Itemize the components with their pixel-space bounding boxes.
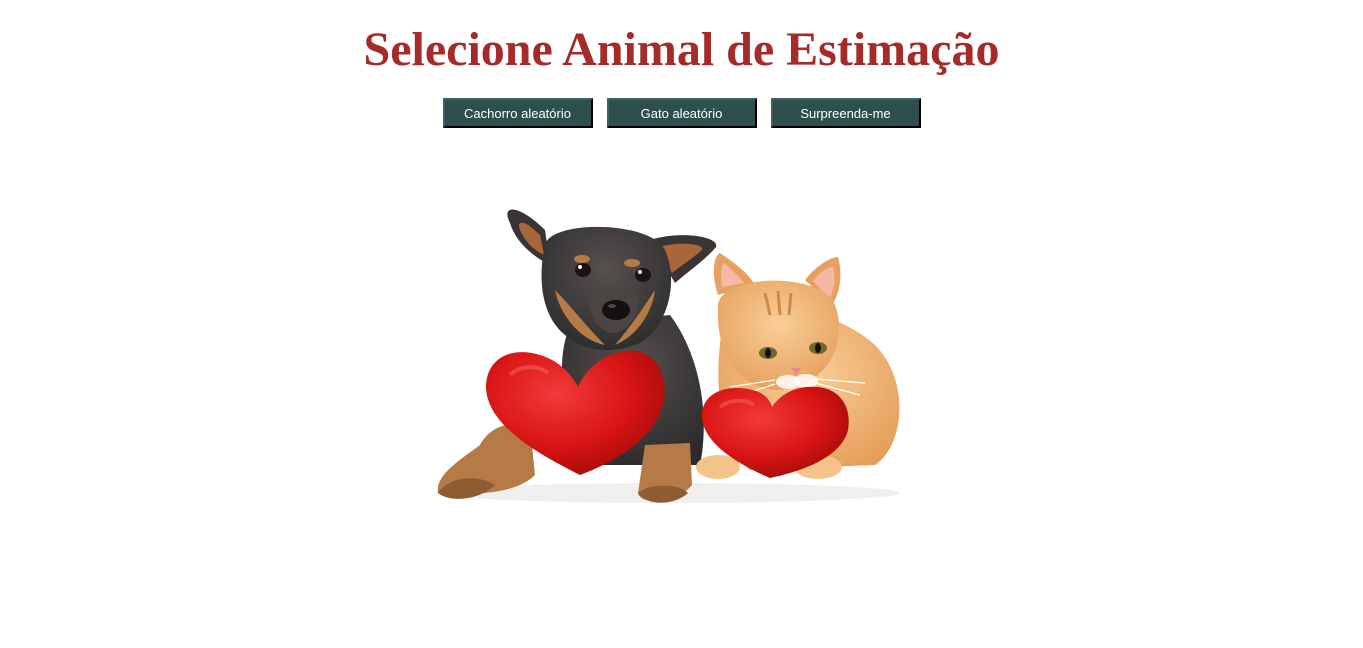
surprise-me-button[interactable]: Surpreenda-me xyxy=(770,98,921,128)
button-row: Cachorro aleatório Gato aleatório Surpre… xyxy=(0,98,1363,128)
pet-image xyxy=(437,209,900,503)
random-cat-button[interactable]: Gato aleatório xyxy=(606,98,757,128)
random-dog-button[interactable]: Cachorro aleatório xyxy=(442,98,593,128)
page: Selecione Animal de Estimação Cachorro a… xyxy=(0,0,1363,648)
page-title: Selecione Animal de Estimação xyxy=(363,23,1000,76)
